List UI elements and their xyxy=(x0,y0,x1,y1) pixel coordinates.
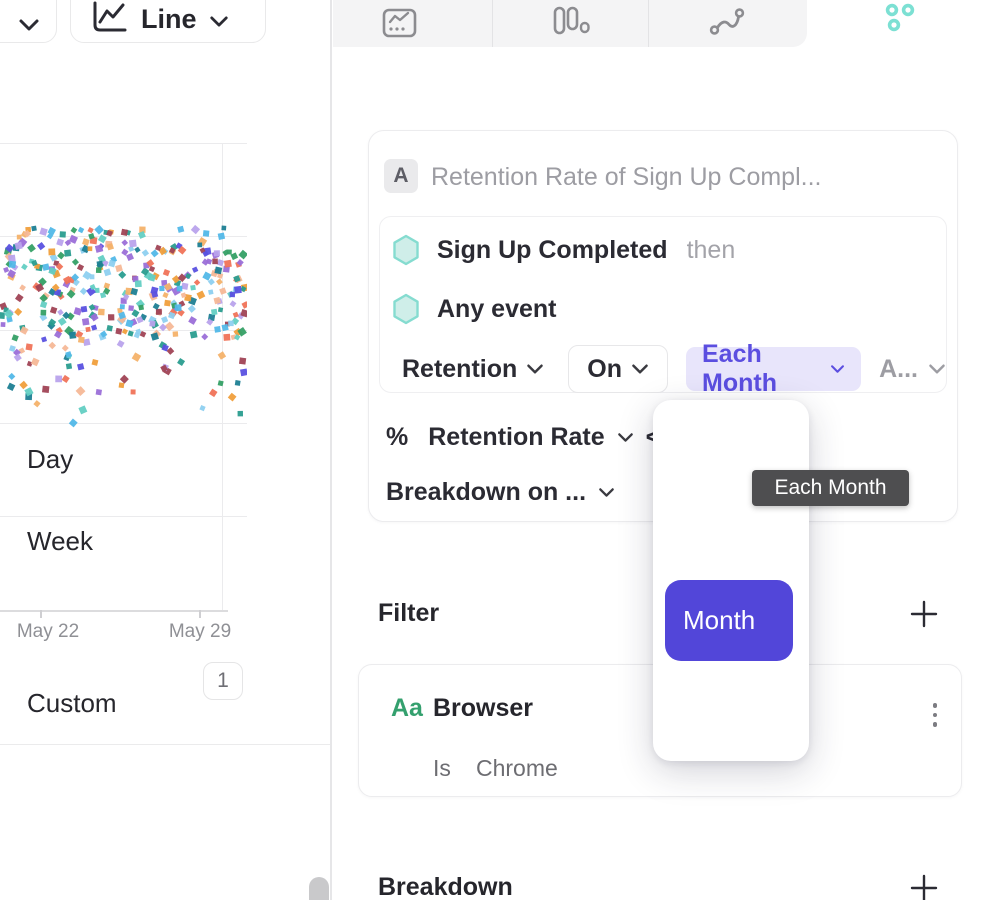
chevron-down-icon xyxy=(209,15,229,28)
event-hexagon-icon xyxy=(392,234,420,266)
retention-type-dropdown[interactable]: Retention xyxy=(392,355,554,384)
chevron-down-icon xyxy=(928,363,946,375)
menu-item-week[interactable]: Week xyxy=(27,526,93,557)
on-label: On xyxy=(587,355,622,384)
collapsed-dropdown-button[interactable] xyxy=(0,0,57,43)
chevron-down-icon xyxy=(526,363,544,375)
tab-flow[interactable] xyxy=(648,0,807,47)
menu-item-month-selected[interactable]: Month xyxy=(665,580,793,661)
bar-chart-icon xyxy=(552,6,590,36)
event-hexagon-icon xyxy=(392,293,420,325)
menu-item-custom[interactable]: Custom xyxy=(27,688,117,719)
chart-type-label: Line xyxy=(141,4,197,34)
event-row-any-event[interactable]: Any event xyxy=(392,293,556,325)
event-steps-card: Sign Up Completed then Any event Retenti… xyxy=(379,216,947,393)
add-breakdown-button[interactable] xyxy=(906,870,942,900)
tab-retention-active[interactable] xyxy=(807,0,982,47)
x-axis-tick xyxy=(199,610,201,618)
metric-title[interactable]: Retention Rate of Sign Up Compl... xyxy=(431,163,821,192)
filter-operator[interactable]: Is xyxy=(433,755,451,782)
chart-type-dropdown-button[interactable]: Line xyxy=(70,0,266,43)
menu-item-day[interactable]: Day xyxy=(27,444,73,475)
truncated-dropdown[interactable]: A... xyxy=(879,355,946,384)
left-panel-divider xyxy=(0,744,331,745)
flow-squiggle-icon xyxy=(708,6,746,38)
metric-badge-a: A xyxy=(384,159,418,193)
each-month-tooltip: Each Month xyxy=(752,470,909,506)
vertical-scrollbar-thumb[interactable] xyxy=(309,877,329,900)
breakdown-section-heading: Breakdown xyxy=(378,873,513,900)
measure-row: % Retention Rate < xyxy=(386,423,660,452)
line-chart-panel-icon xyxy=(381,7,419,39)
event-name: Sign Up Completed xyxy=(437,236,668,265)
interval-label: Each Month xyxy=(702,340,820,398)
line-chart-icon xyxy=(89,0,129,36)
breakdown-on-dropdown[interactable]: Breakdown on ... xyxy=(386,478,615,507)
property-type-icon: Aa xyxy=(391,694,423,723)
breakdown-on-label: Breakdown on ... xyxy=(386,478,586,507)
filter-kebab-menu-button[interactable] xyxy=(917,691,953,739)
truncated-label: A... xyxy=(879,355,918,384)
filter-section-heading: Filter xyxy=(378,599,439,628)
event-suffix: then xyxy=(687,236,736,265)
retention-type-label: Retention xyxy=(402,355,517,384)
retention-dots-icon xyxy=(880,1,916,33)
x-axis-label-may-22: May 22 xyxy=(6,621,90,643)
chevron-down-icon xyxy=(18,18,40,32)
add-filter-button[interactable] xyxy=(906,596,942,632)
tab-line-chart[interactable] xyxy=(333,0,492,47)
percent-symbol: % xyxy=(386,423,408,452)
plus-icon xyxy=(908,598,940,630)
filter-property-name[interactable]: Browser xyxy=(433,694,533,723)
on-dropdown-button[interactable]: On xyxy=(568,345,668,393)
chevron-down-icon xyxy=(631,363,649,375)
x-axis-line xyxy=(0,610,228,612)
interval-dropdown-chip[interactable]: Each Month xyxy=(686,347,861,391)
retention-controls-row: Retention On Each Month A... xyxy=(392,345,946,393)
pagination-button-1[interactable]: 1 xyxy=(203,662,243,700)
tab-bar-chart[interactable] xyxy=(492,0,648,47)
filter-value[interactable]: Chrome xyxy=(476,755,558,782)
x-axis-tick xyxy=(40,610,42,618)
app-window: Line May 22 May 29 1 xyxy=(0,0,982,900)
event-name: Any event xyxy=(437,295,556,324)
x-axis-label-may-29: May 29 xyxy=(158,621,242,643)
chevron-down-icon xyxy=(617,432,634,443)
measure-dropdown[interactable]: Retention Rate xyxy=(428,423,604,452)
event-row-sign-up-completed[interactable]: Sign Up Completed then xyxy=(392,234,735,266)
panel-split-border xyxy=(330,0,332,900)
chevron-down-icon xyxy=(598,487,615,498)
chevron-down-icon xyxy=(830,363,845,375)
plus-icon xyxy=(908,872,940,900)
